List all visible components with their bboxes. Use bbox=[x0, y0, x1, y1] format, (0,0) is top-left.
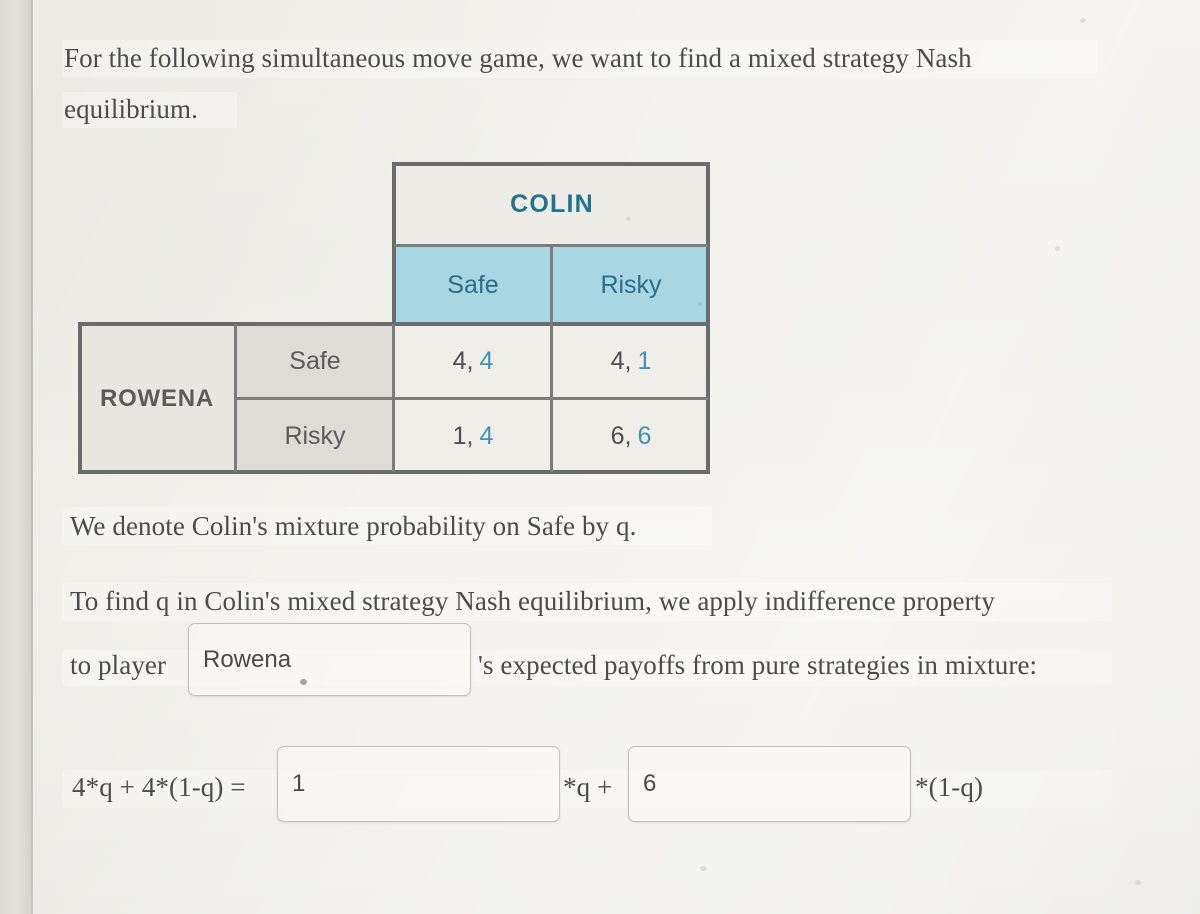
risky-payoff-input[interactable]: 6 bbox=[628, 746, 911, 822]
worksheet-content: For the following simultaneous move game… bbox=[0, 0, 1200, 914]
matrix-cell-risky-risky: 6,6 bbox=[552, 399, 710, 474]
indifference-property-sentence: To find q in Colin's mixed strategy Nash… bbox=[70, 586, 995, 616]
payoff-row-value: 1 bbox=[452, 422, 467, 450]
risky-payoff-input-value: 6 bbox=[643, 770, 657, 797]
payoff-separator: , bbox=[466, 422, 474, 450]
payoff-col-value: 4 bbox=[479, 422, 494, 450]
payoff-separator: , bbox=[624, 347, 632, 375]
dust-speck bbox=[1055, 246, 1060, 251]
matrix-column-player-header: COLIN bbox=[394, 162, 710, 246]
dust-speck bbox=[1135, 880, 1141, 885]
safe-payoff-input[interactable]: 1 bbox=[277, 746, 560, 822]
payoff-col-value: 6 bbox=[637, 422, 652, 450]
payoff-col-value: 4 bbox=[479, 347, 494, 375]
matrix-row-player-header: ROWENA bbox=[78, 324, 236, 474]
matrix-row-strategy-risky: Risky bbox=[236, 399, 394, 474]
expected-payoffs-sentence: 's expected payoffs from pure strategies… bbox=[478, 650, 1038, 680]
matrix-cell-safe-risky: 4,1 bbox=[552, 324, 710, 399]
payoff-row-value: 4 bbox=[452, 347, 467, 375]
player-select[interactable]: Rowena bbox=[188, 623, 471, 696]
matrix-row-strategy-safe: Safe bbox=[236, 324, 394, 399]
payoff-col-value: 1 bbox=[637, 347, 652, 375]
to-player-label: to player bbox=[70, 650, 167, 680]
payoff-matrix: COLIN Safe Risky ROWENA Safe Risky 4,4 4… bbox=[78, 162, 710, 474]
equation-left-hand-side: 4*q + 4*(1-q) = bbox=[72, 772, 246, 802]
dust-speck bbox=[700, 866, 707, 871]
intro-paragraph-line-2: equilibrium. bbox=[64, 94, 198, 124]
matrix-cell-safe-safe: 4,4 bbox=[394, 324, 552, 399]
payoff-separator: , bbox=[624, 422, 632, 450]
payoff-row-value: 6 bbox=[610, 422, 625, 450]
equation-tail-term: *(1-q) bbox=[915, 772, 984, 802]
payoff-separator: , bbox=[466, 347, 474, 375]
denote-probability-sentence: We denote Colin's mixture probability on… bbox=[70, 511, 637, 541]
safe-payoff-input-value: 1 bbox=[292, 770, 306, 797]
dust-speck bbox=[1080, 18, 1086, 23]
player-select-value: Rowena bbox=[203, 645, 292, 673]
matrix-column-strategy-safe: Safe bbox=[394, 246, 552, 324]
intro-paragraph-line-1: For the following simultaneous move game… bbox=[64, 43, 972, 73]
matrix-column-strategy-risky: Risky bbox=[552, 246, 710, 324]
payoff-row-value: 4 bbox=[610, 347, 625, 375]
equation-middle-operator: *q + bbox=[563, 772, 613, 802]
matrix-cell-risky-safe: 1,4 bbox=[394, 399, 552, 474]
